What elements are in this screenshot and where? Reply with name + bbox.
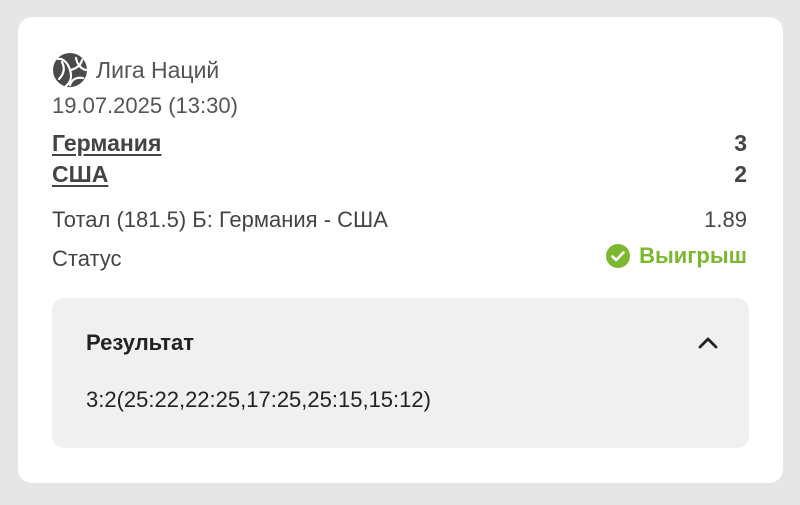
status-value: Выигрыш xyxy=(639,243,747,268)
bet-description: Тотал (181.5) Б: Германия - США xyxy=(52,207,388,232)
home-team-score: 3 xyxy=(734,130,747,156)
result-collapse-button[interactable] xyxy=(693,328,723,358)
check-circle-icon xyxy=(606,244,631,268)
league-name: Лига Наций xyxy=(96,56,220,83)
result-panel: Результат 3:2(25:22,22:25,17:25,25:15,15… xyxy=(52,298,749,448)
result-title: Результат xyxy=(86,330,195,355)
chevron-up-icon xyxy=(698,337,718,349)
status-label: Статус xyxy=(52,246,122,271)
bet-card: Лига Наций 19.07.2025 (13:30) Германия 3… xyxy=(18,17,783,483)
status-badge: Выигрыш xyxy=(605,243,747,269)
home-team-link[interactable]: Германия xyxy=(52,130,161,157)
away-team-link[interactable]: США xyxy=(52,161,108,188)
bet-odds: 1.89 xyxy=(704,207,747,232)
match-datetime: 19.07.2025 (13:30) xyxy=(52,93,238,118)
volleyball-icon xyxy=(53,53,88,88)
league-header: Лига Наций xyxy=(52,52,219,88)
result-details: 3:2(25:22,22:25,17:25,25:15,15:12) xyxy=(86,387,431,412)
away-team-score: 2 xyxy=(734,161,747,187)
